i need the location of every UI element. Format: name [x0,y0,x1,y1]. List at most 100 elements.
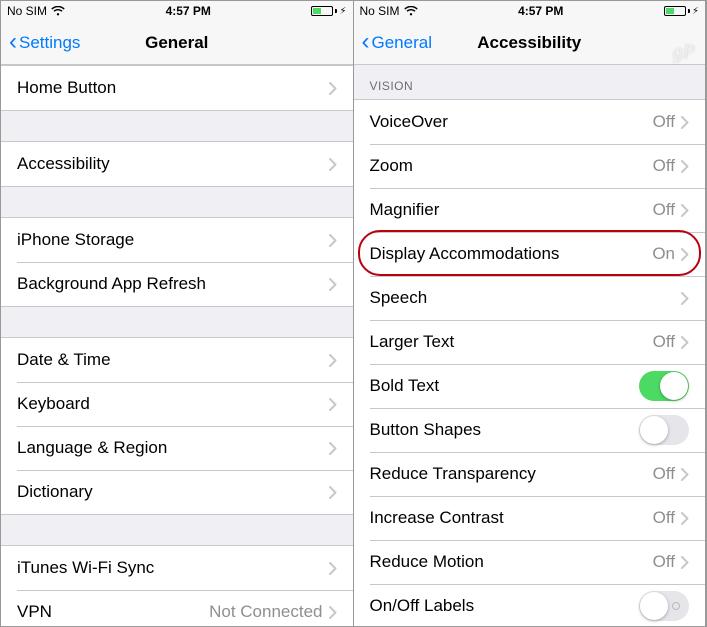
row-value: Off [653,552,675,572]
row-label: Keyboard [17,394,329,414]
row-label: Increase Contrast [370,508,653,528]
row-label: Bold Text [370,376,640,396]
row-label: Home Button [17,78,329,98]
battery-icon: ⚡︎ [311,6,346,17]
row-label: Reduce Motion [370,552,653,572]
row-label: VoiceOver [370,112,653,132]
settings-group: iTunes Wi-Fi Sync VPNNot Connected [1,545,353,626]
nav-header: ‹ General Accessibility [354,21,706,65]
settings-row-larger-text[interactable]: Larger TextOff [354,320,706,364]
toggle-switch[interactable] [639,591,689,621]
chevron-left-icon: ‹ [9,30,17,54]
row-label: Zoom [370,156,653,176]
chevron-right-icon [329,158,337,171]
row-value: Off [653,332,675,352]
settings-group: Accessibility [1,141,353,187]
row-label: VPN [17,602,209,622]
chevron-right-icon [681,556,689,569]
clock: 4:57 PM [166,4,211,18]
settings-group: Date & Time Keyboard Language & Region Dict… [1,337,353,515]
left-screenshot: No SIM 4:57 PM ⚡︎ ‹ Settings General Hom… [1,1,354,626]
chevron-right-icon [681,292,689,305]
status-bar: No SIM 4:57 PM ⚡︎ [354,1,706,21]
row-value: Off [653,464,675,484]
chevron-right-icon [681,336,689,349]
settings-row-language-region[interactable]: Language & Region [1,426,353,470]
settings-row-voiceover[interactable]: VoiceOverOff [354,100,706,144]
row-value: Off [653,200,675,220]
settings-row-display-accommodations[interactable]: Display AccommodationsOn [354,232,706,276]
chevron-right-icon [681,160,689,173]
row-label: Larger Text [370,332,653,352]
settings-row-speech[interactable]: Speech [354,276,706,320]
row-label: iTunes Wi-Fi Sync [17,558,329,578]
settings-row-button-shapes[interactable]: Button Shapes [354,408,706,452]
chevron-right-icon [681,512,689,525]
settings-row-reduce-transparency[interactable]: Reduce TransparencyOff [354,452,706,496]
row-label: iPhone Storage [17,230,329,250]
settings-row-iphone-storage[interactable]: iPhone Storage [1,218,353,262]
chevron-right-icon [329,606,337,619]
settings-row-zoom[interactable]: ZoomOff [354,144,706,188]
chevron-right-icon [329,234,337,247]
row-label: Dictionary [17,482,329,502]
settings-row-bold-text[interactable]: Bold Text [354,364,706,408]
back-button[interactable]: ‹ General [362,32,432,54]
chevron-right-icon [329,354,337,367]
wifi-icon [404,6,418,16]
settings-row-vpn[interactable]: VPNNot Connected [1,590,353,626]
settings-row-keyboard[interactable]: Keyboard [1,382,353,426]
row-value: Off [653,508,675,528]
chevron-left-icon: ‹ [362,30,370,54]
settings-list[interactable]: Home Button Accessibility iPhone Storage Ba… [1,65,353,626]
battery-icon: ⚡︎ [664,6,699,17]
row-value: Not Connected [209,602,322,622]
toggle-switch[interactable] [639,371,689,401]
carrier-label: No SIM [360,4,400,18]
back-button[interactable]: ‹ Settings [9,32,80,54]
back-label: Settings [19,33,80,53]
chevron-right-icon [329,82,337,95]
chevron-right-icon [329,442,337,455]
settings-row-background-app-refresh[interactable]: Background App Refresh [1,262,353,306]
settings-group: Home Button [1,65,353,111]
chevron-right-icon [329,486,337,499]
settings-row-on-off-labels[interactable]: On/Off Labels [354,584,706,626]
section-header-vision: Vision [354,65,706,99]
row-label: Language & Region [17,438,329,458]
accessibility-list[interactable]: VisionVoiceOverOffZoomOffMagnifierOffDis… [354,65,706,626]
status-bar: No SIM 4:57 PM ⚡︎ [1,1,353,21]
row-label: Reduce Transparency [370,464,653,484]
settings-row-home-button[interactable]: Home Button [1,66,353,110]
nav-header: ‹ Settings General [1,21,353,65]
row-value: Off [653,112,675,132]
row-label: On/Off Labels [370,596,640,616]
chevron-right-icon [681,248,689,261]
row-label: Speech [370,288,682,308]
chevron-right-icon [329,398,337,411]
row-value: Off [653,156,675,176]
row-label: Button Shapes [370,420,640,440]
settings-row-accessibility[interactable]: Accessibility [1,142,353,186]
chevron-right-icon [681,468,689,481]
settings-row-dictionary[interactable]: Dictionary [1,470,353,514]
settings-row-itunes-wi-fi-sync[interactable]: iTunes Wi-Fi Sync [1,546,353,590]
toggle-switch[interactable] [639,415,689,445]
settings-row-increase-contrast[interactable]: Increase ContrastOff [354,496,706,540]
settings-row-reduce-motion[interactable]: Reduce MotionOff [354,540,706,584]
chevron-right-icon [329,562,337,575]
row-label: Date & Time [17,350,329,370]
row-label: Accessibility [17,154,329,174]
row-label: Magnifier [370,200,653,220]
row-value: On [652,244,675,264]
clock: 4:57 PM [518,4,563,18]
settings-row-magnifier[interactable]: MagnifierOff [354,188,706,232]
chevron-right-icon [681,116,689,129]
row-label: Background App Refresh [17,274,329,294]
settings-row-date-time[interactable]: Date & Time [1,338,353,382]
settings-group: iPhone Storage Background App Refresh [1,217,353,307]
chevron-right-icon [681,204,689,217]
chevron-right-icon [329,278,337,291]
row-label: Display Accommodations [370,244,653,264]
wifi-icon [51,6,65,16]
